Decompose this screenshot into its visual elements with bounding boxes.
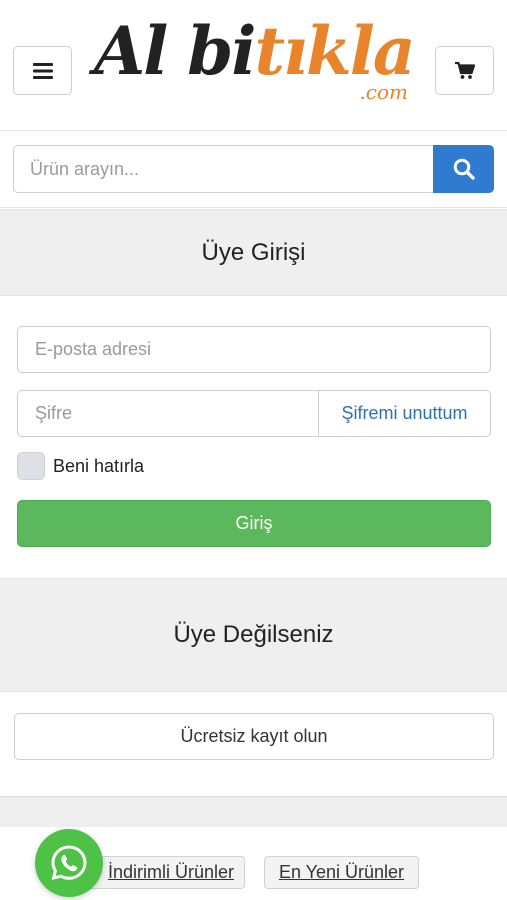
register-panel-title: Üye Değilseniz [0, 578, 507, 692]
password-field[interactable] [17, 390, 319, 437]
logo-wordmark: Al bitıkla [94, 12, 416, 90]
register-button[interactable]: Ücretsiz kayıt olun [14, 713, 494, 760]
cart-button[interactable] [435, 46, 494, 95]
search-button[interactable] [433, 145, 494, 193]
shopping-cart-icon [454, 61, 475, 79]
email-field[interactable] [17, 326, 491, 373]
whatsapp-button[interactable] [35, 829, 103, 897]
site-logo[interactable]: Al bitıkla .com [94, 12, 416, 122]
search-icon [453, 158, 475, 180]
forgot-password-link[interactable]: Şifremi unuttum [318, 390, 491, 437]
section-divider [0, 796, 507, 827]
search-bar [0, 131, 507, 208]
hamburger-icon [32, 62, 53, 79]
remember-me-label: Beni hatırla [53, 455, 145, 476]
site-header: Al bitıkla .com [0, 0, 507, 131]
menu-button[interactable] [13, 46, 72, 95]
tag-newest-products[interactable]: En Yeni Ürünler [264, 856, 419, 889]
search-input[interactable] [13, 145, 434, 193]
whatsapp-icon [51, 845, 87, 881]
login-button[interactable]: Giriş [17, 500, 491, 547]
remember-me[interactable]: Beni hatırla [17, 451, 144, 481]
logo-suffix: .com [359, 80, 408, 104]
login-panel-title: Üye Girişi [0, 209, 507, 296]
remember-me-checkbox[interactable] [17, 452, 45, 480]
